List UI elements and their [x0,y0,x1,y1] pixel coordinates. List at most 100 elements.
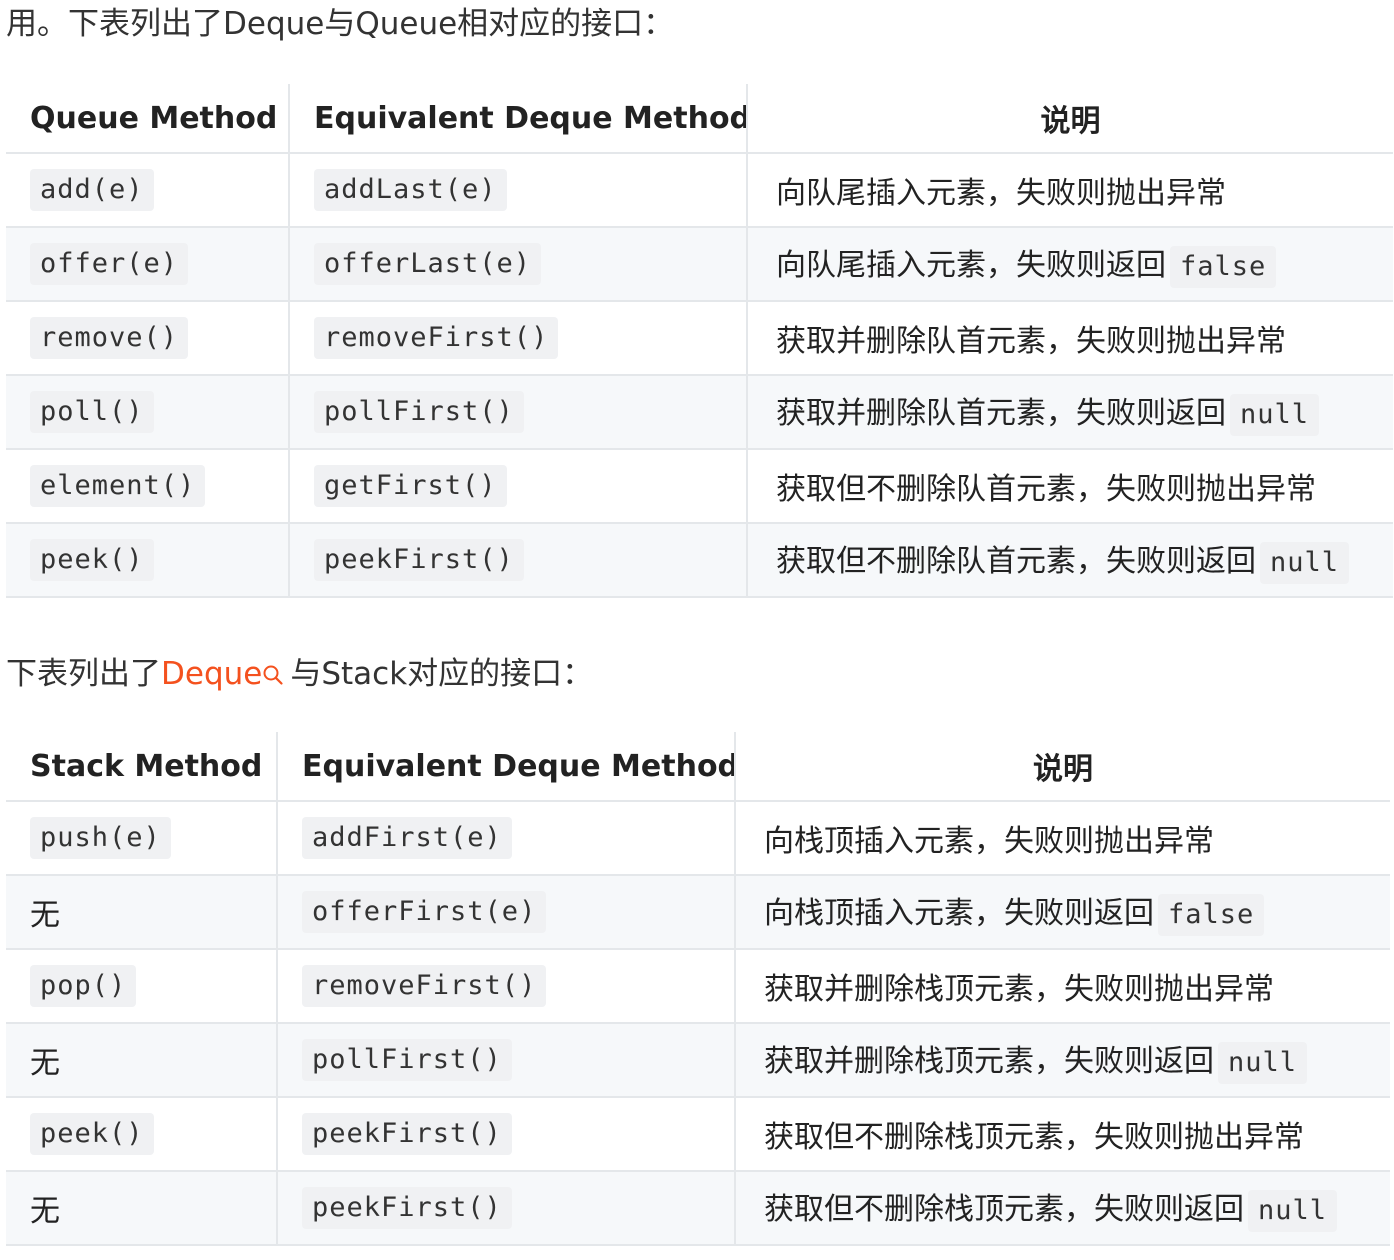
description-cell: 向栈顶插入元素，失败则抛出异常 [734,801,1390,876]
method-cell: add(e) [6,153,290,228]
description-code: null [1218,1042,1308,1084]
method-cell: poll() [6,374,290,450]
table-row: remove() removeFirst() 获取并删除队首元素，失败则抛出异常 [6,300,1393,376]
table-row: add(e) addLast(e) 向队尾插入元素，失败则抛出异常 [6,153,1393,228]
description-cell: 获取并删除栈顶元素，失败则返回 null [734,1022,1390,1098]
table-row: 无 pollFirst() 获取并删除栈顶元素，失败则返回 null [6,1022,1390,1098]
description-cell: 获取但不删除栈顶元素，失败则返回 null [734,1170,1390,1246]
equivalent-code: removeFirst() [314,317,559,359]
method-code: add(e) [30,169,154,211]
equivalent-code: offerFirst(e) [302,891,547,933]
description-cell: 获取并删除队首元素，失败则返回 null [746,374,1393,450]
stack-intro-before: 下表列出了 [6,656,161,692]
queue-methods-table: Queue Method Equivalent Deque Method 说明 … [6,84,1393,598]
table-row: offer(e) offerLast(e) 向队尾插入元素，失败则返回 false [6,226,1393,302]
equivalent-code: peekFirst() [314,539,524,581]
description-code: null [1248,1190,1338,1232]
description-text: 获取并删除栈顶元素，失败则返回 [764,1044,1214,1079]
table-row: 无 offerFirst(e) 向栈顶插入元素，失败则返回 false [6,874,1390,950]
description-code: null [1260,542,1350,584]
column-header-description: 说明 [746,84,1393,154]
description-text: 向栈顶插入元素，失败则抛出异常 [764,824,1214,859]
table-header-row: Queue Method Equivalent Deque Method 说明 [6,84,1393,154]
description-cell: 获取但不删除队首元素，失败则抛出异常 [746,448,1393,524]
method-code: element() [30,465,206,507]
method-cell: pop() [6,948,278,1024]
equivalent-code: peekFirst() [302,1187,512,1229]
description-code: null [1230,394,1320,436]
method-code: poll() [30,391,154,433]
equivalent-code: addLast(e) [314,169,507,211]
method-cell: 无 [6,1170,278,1246]
description-cell: 向栈顶插入元素，失败则返回 false [734,874,1390,950]
method-text: 无 [30,898,60,933]
equivalent-code: pollFirst() [314,391,524,433]
method-text: 无 [30,1194,60,1229]
table-row: 无 peekFirst() 获取但不删除栈顶元素，失败则返回 null [6,1170,1390,1246]
equivalent-cell: getFirst() [288,448,748,524]
method-code: peek() [30,539,154,581]
method-cell: element() [6,448,290,524]
equivalent-cell: pollFirst() [288,374,748,450]
equivalent-cell: addLast(e) [288,153,748,228]
equivalent-cell: offerLast(e) [288,226,748,302]
description-text: 获取并删除队首元素，失败则返回 [776,396,1226,431]
stack-methods-table: Stack Method Equivalent Deque Method 说明 … [6,732,1390,1246]
equivalent-code: removeFirst() [302,965,547,1007]
table-row: element() getFirst() 获取但不删除队首元素，失败则抛出异常 [6,448,1393,524]
equivalent-code: getFirst() [314,465,507,507]
equivalent-cell: peekFirst() [288,522,748,598]
description-text: 获取但不删除队首元素，失败则抛出异常 [776,472,1316,507]
method-code: remove() [30,317,189,359]
description-text: 获取但不删除栈顶元素，失败则返回 [764,1192,1244,1227]
equivalent-cell: peekFirst() [276,1096,736,1172]
method-cell: peek() [6,522,290,598]
deque-link[interactable]: Deque [161,656,262,692]
method-code: peek() [30,1113,154,1155]
table-header-row: Stack Method Equivalent Deque Method 说明 [6,732,1390,802]
method-code: offer(e) [30,243,189,285]
method-cell: peek() [6,1096,278,1172]
column-header-stack-method: Stack Method [6,732,278,802]
description-cell: 获取但不删除栈顶元素，失败则抛出异常 [734,1096,1390,1172]
description-text: 向栈顶插入元素，失败则返回 [764,896,1154,931]
description-code: false [1158,894,1265,936]
table-row: peek() peekFirst() 获取但不删除栈顶元素，失败则抛出异常 [6,1096,1390,1172]
equivalent-cell: offerFirst(e) [276,874,736,950]
description-cell: 向队尾插入元素，失败则返回 false [746,226,1393,302]
equivalent-code: addFirst(e) [302,817,512,859]
stack-intro-paragraph: 下表列出了Deque 与Stack对应的接口： [6,654,593,696]
equivalent-cell: pollFirst() [276,1022,736,1098]
equivalent-cell: addFirst(e) [276,801,736,876]
search-icon[interactable] [262,656,284,696]
equivalent-code: offerLast(e) [314,243,542,285]
column-header-equivalent-deque-method: Equivalent Deque Method [288,84,748,154]
table-row: poll() pollFirst() 获取并删除队首元素，失败则返回 null [6,374,1393,450]
equivalent-cell: removeFirst() [276,948,736,1024]
method-cell: push(e) [6,801,278,876]
column-header-description: 说明 [734,732,1390,802]
equivalent-cell: removeFirst() [288,300,748,376]
description-text: 获取但不删除栈顶元素，失败则抛出异常 [764,1120,1304,1155]
column-header-queue-method: Queue Method [6,84,290,154]
description-cell: 获取并删除栈顶元素，失败则抛出异常 [734,948,1390,1024]
method-cell: offer(e) [6,226,290,302]
method-cell: 无 [6,874,278,950]
table-row: push(e) addFirst(e) 向栈顶插入元素，失败则抛出异常 [6,801,1390,876]
description-text: 获取并删除栈顶元素，失败则抛出异常 [764,972,1274,1007]
method-cell: 无 [6,1022,278,1098]
description-text: 向队尾插入元素，失败则抛出异常 [776,176,1226,211]
equivalent-code: pollFirst() [302,1039,512,1081]
description-cell: 获取但不删除队首元素，失败则返回 null [746,522,1393,598]
description-text: 获取并删除队首元素，失败则抛出异常 [776,324,1286,359]
description-cell: 向队尾插入元素，失败则抛出异常 [746,153,1393,228]
column-header-equivalent-deque-method: Equivalent Deque Method [276,732,736,802]
description-text: 向队尾插入元素，失败则返回 [776,248,1166,283]
table-row: peek() peekFirst() 获取但不删除队首元素，失败则返回 null [6,522,1393,598]
description-text: 获取但不删除队首元素，失败则返回 [776,544,1256,579]
method-code: pop() [30,965,137,1007]
description-code: false [1170,246,1277,288]
method-text: 无 [30,1046,60,1081]
table-row: pop() removeFirst() 获取并删除栈顶元素，失败则抛出异常 [6,948,1390,1024]
equivalent-code: peekFirst() [302,1113,512,1155]
